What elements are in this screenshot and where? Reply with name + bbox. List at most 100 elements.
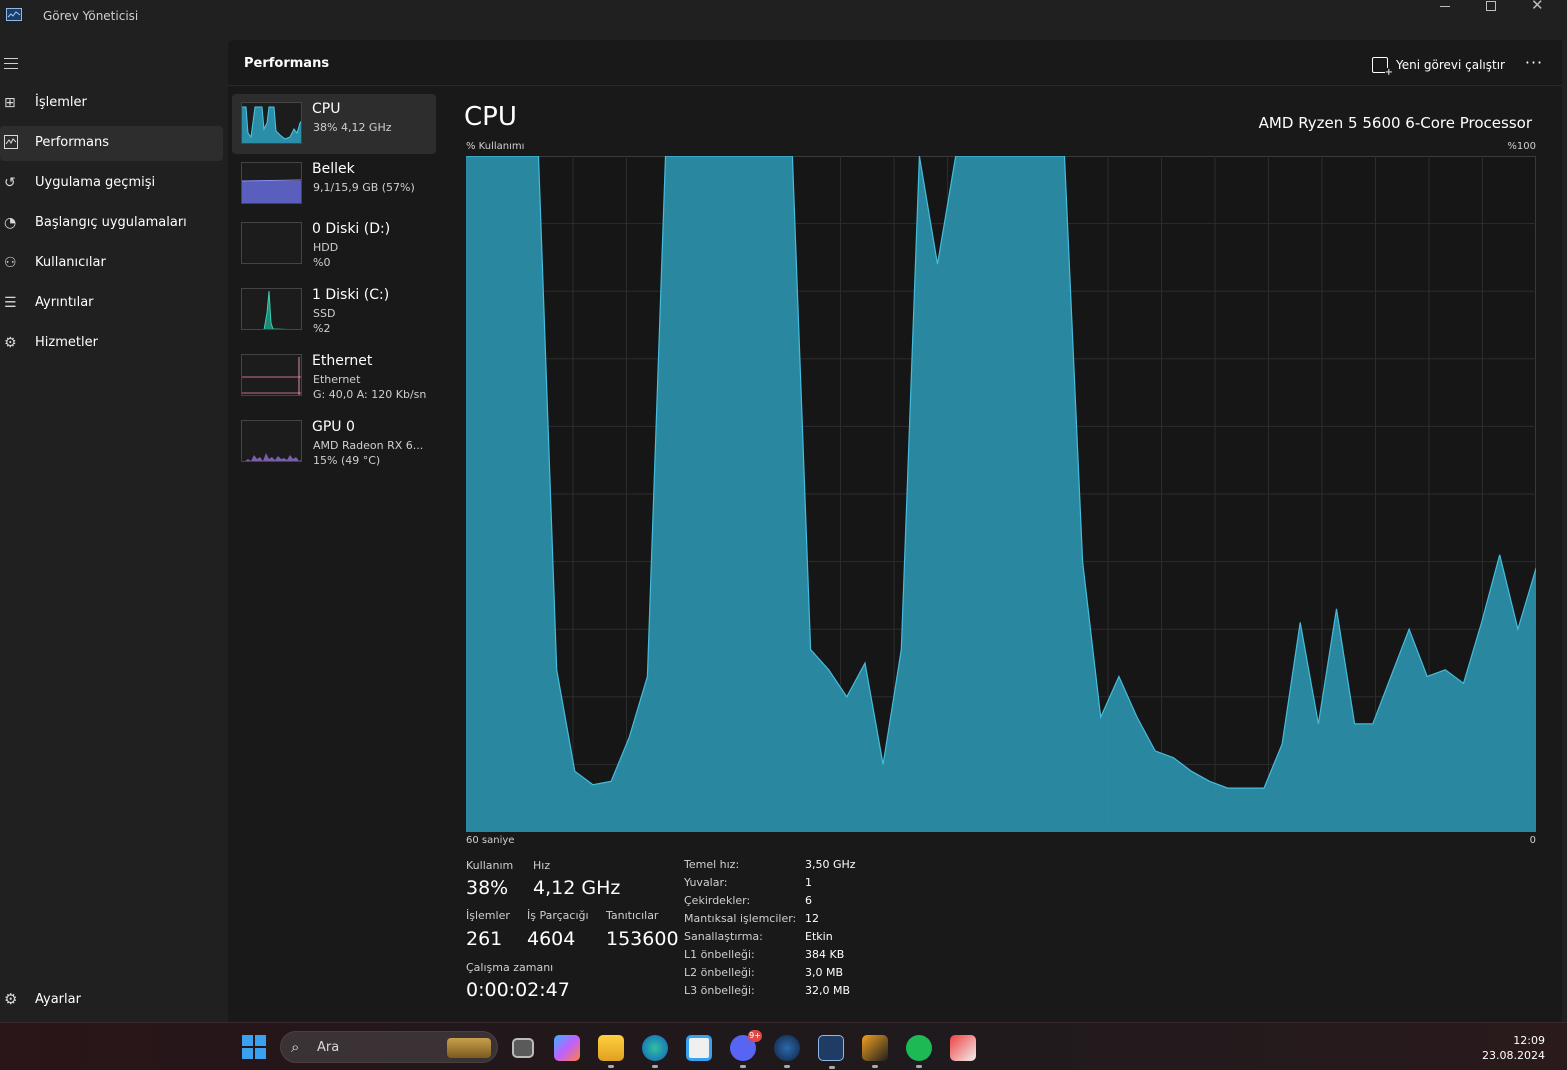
- speed-value: 4,12 GHz: [533, 877, 621, 899]
- spec-value: 1: [805, 876, 812, 889]
- nav-item-startup-apps[interactable]: ◔ Başlangıç uygulamaları: [0, 206, 223, 241]
- handles-value: 153600: [606, 928, 679, 950]
- device-name: Bellek: [312, 161, 355, 177]
- startup-icon: ◔: [4, 215, 17, 231]
- nav-item-label: Ayrıntılar: [35, 295, 94, 310]
- running-indicator: [916, 1065, 922, 1068]
- processes-label: İşlemler: [466, 909, 510, 922]
- device-name: CPU: [312, 101, 341, 117]
- device-item-cpu[interactable]: CPU 38% 4,12 GHz: [232, 94, 436, 154]
- nav-item-label: Başlangıç uygulamaları: [35, 215, 187, 230]
- device-item-ethernet[interactable]: Ethernet Ethernet G: 40,0 A: 120 Kb/sn: [232, 346, 436, 406]
- run-task-icon: [1372, 57, 1394, 78]
- nav-item-app-history[interactable]: ↺ Uygulama geçmişi: [0, 166, 223, 201]
- maximize-icon: [1486, 1, 1496, 11]
- history-icon: ↺: [4, 175, 16, 191]
- edge-icon[interactable]: [642, 1035, 668, 1068]
- device-item-disk-c[interactable]: 1 Diski (C:) SSD %2: [232, 280, 436, 340]
- device-item-gpu[interactable]: GPU 0 AMD Radeon RX 6... 15% (49 °C): [232, 412, 436, 472]
- users-icon: ⚇: [4, 255, 17, 271]
- task-manager-app-icon: [6, 8, 22, 21]
- search-highlight-image: [447, 1038, 491, 1058]
- settings-button[interactable]: ⚙ Ayarlar: [0, 985, 223, 1015]
- device-detail: SSD: [313, 307, 336, 320]
- graph-x-min-label: 0: [1529, 835, 1536, 846]
- minimize-icon: [1440, 6, 1450, 7]
- snipping-tool-icon[interactable]: [950, 1035, 976, 1061]
- main-panel: Performans Yeni görevi çalıştır ··· CPU …: [228, 40, 1562, 1022]
- minimize-button[interactable]: [1422, 0, 1468, 32]
- spec-key: L1 önbelleği:: [684, 948, 755, 961]
- disk-d-thumbnail-graph: [241, 222, 302, 264]
- running-indicator: [740, 1065, 746, 1068]
- nav-item-details[interactable]: ☰ Ayrıntılar: [0, 286, 223, 321]
- threads-label: İş Parçacığı: [527, 909, 589, 922]
- graph-y-max-label: %100: [1507, 141, 1536, 152]
- mail-icon[interactable]: [862, 1035, 888, 1068]
- settings-label: Ayarlar: [35, 992, 81, 1007]
- start-button[interactable]: [242, 1035, 266, 1059]
- threads-value: 4604: [527, 928, 576, 950]
- nav-item-processes[interactable]: ⊞ İşlemler: [0, 86, 223, 121]
- spec-value: 12: [805, 912, 819, 925]
- running-indicator: [829, 1066, 835, 1069]
- spec-key: Sanallaştırma:: [684, 930, 763, 943]
- device-item-memory[interactable]: Bellek 9,1/15,9 GB (57%): [232, 154, 436, 214]
- run-new-task-button[interactable]: Yeni görevi çalıştır: [1372, 54, 1505, 78]
- spotify-icon[interactable]: [906, 1035, 932, 1068]
- run-task-label: Yeni görevi çalıştır: [1396, 58, 1505, 72]
- gpu-thumbnail-graph: [241, 420, 302, 462]
- system-clock[interactable]: 12:09 23.08.2024: [1482, 1033, 1545, 1063]
- more-options-button[interactable]: ···: [1522, 54, 1546, 76]
- steam-icon[interactable]: [774, 1035, 800, 1068]
- spec-value: 6: [805, 894, 812, 907]
- disk-c-thumbnail-graph: [241, 288, 302, 330]
- uptime-value: 0:00:02:47: [466, 979, 570, 1001]
- ethernet-thumbnail-graph: [241, 354, 302, 396]
- processes-icon: ⊞: [4, 95, 16, 111]
- device-detail: 15% (49 °C): [313, 454, 381, 467]
- search-placeholder: Ara: [317, 1040, 340, 1055]
- task-view-icon[interactable]: [512, 1038, 534, 1058]
- device-detail: %0: [313, 256, 331, 269]
- cpu-thumbnail-graph: [241, 102, 302, 144]
- running-indicator: [872, 1065, 878, 1068]
- device-name: Ethernet: [312, 353, 373, 369]
- maximize-button[interactable]: [1468, 0, 1514, 32]
- running-indicator: [652, 1065, 658, 1068]
- taskbar-search[interactable]: ⌕ Ara: [280, 1031, 498, 1063]
- cpu-usage-chart: [466, 155, 1537, 832]
- left-nav: ⊞ İşlemler Performans ↺ Uygulama geçmişi…: [0, 40, 228, 1020]
- services-icon: ⚙: [4, 335, 17, 351]
- nav-item-users[interactable]: ⚇ Kullanıcılar: [0, 246, 223, 281]
- running-indicator: [784, 1065, 790, 1068]
- device-name: 1 Diski (C:): [312, 287, 390, 303]
- hamburger-menu-icon[interactable]: [4, 58, 20, 70]
- device-item-disk-d[interactable]: 0 Diski (D:) HDD %0: [232, 214, 436, 274]
- close-button[interactable]: ✕: [1514, 0, 1560, 32]
- discord-icon[interactable]: 9+: [730, 1030, 762, 1068]
- cpu-model-name: AMD Ryzen 5 5600 6-Core Processor: [1258, 114, 1532, 132]
- clock-date: 23.08.2024: [1482, 1049, 1545, 1062]
- nav-item-performance[interactable]: Performans: [0, 126, 223, 161]
- copilot-icon[interactable]: [554, 1035, 580, 1061]
- page-title: Performans: [244, 56, 330, 71]
- spec-key: L3 önbelleği:: [684, 984, 755, 997]
- search-icon: ⌕: [291, 1038, 300, 1056]
- spec-key: Yuvalar:: [684, 876, 728, 889]
- nav-item-label: İşlemler: [35, 95, 87, 110]
- store-icon[interactable]: [686, 1035, 712, 1061]
- cpu-usage-graph: [466, 155, 1537, 832]
- memory-thumbnail-graph: [241, 162, 302, 204]
- file-explorer-icon[interactable]: [598, 1035, 624, 1068]
- spec-value: 3,50 GHz: [805, 858, 856, 871]
- cpu-heading: CPU: [464, 102, 517, 132]
- device-name: 0 Diski (D:): [312, 221, 391, 237]
- nav-item-label: Kullanıcılar: [35, 255, 106, 270]
- clock-time: 12:09: [1513, 1034, 1545, 1047]
- nav-item-services[interactable]: ⚙ Hizmetler: [0, 326, 223, 361]
- spec-value: 32,0 MB: [805, 984, 851, 997]
- task-manager-icon[interactable]: [818, 1035, 844, 1069]
- window-title: Görev Yöneticisi: [43, 9, 139, 23]
- spec-value: 384 KB: [805, 948, 845, 961]
